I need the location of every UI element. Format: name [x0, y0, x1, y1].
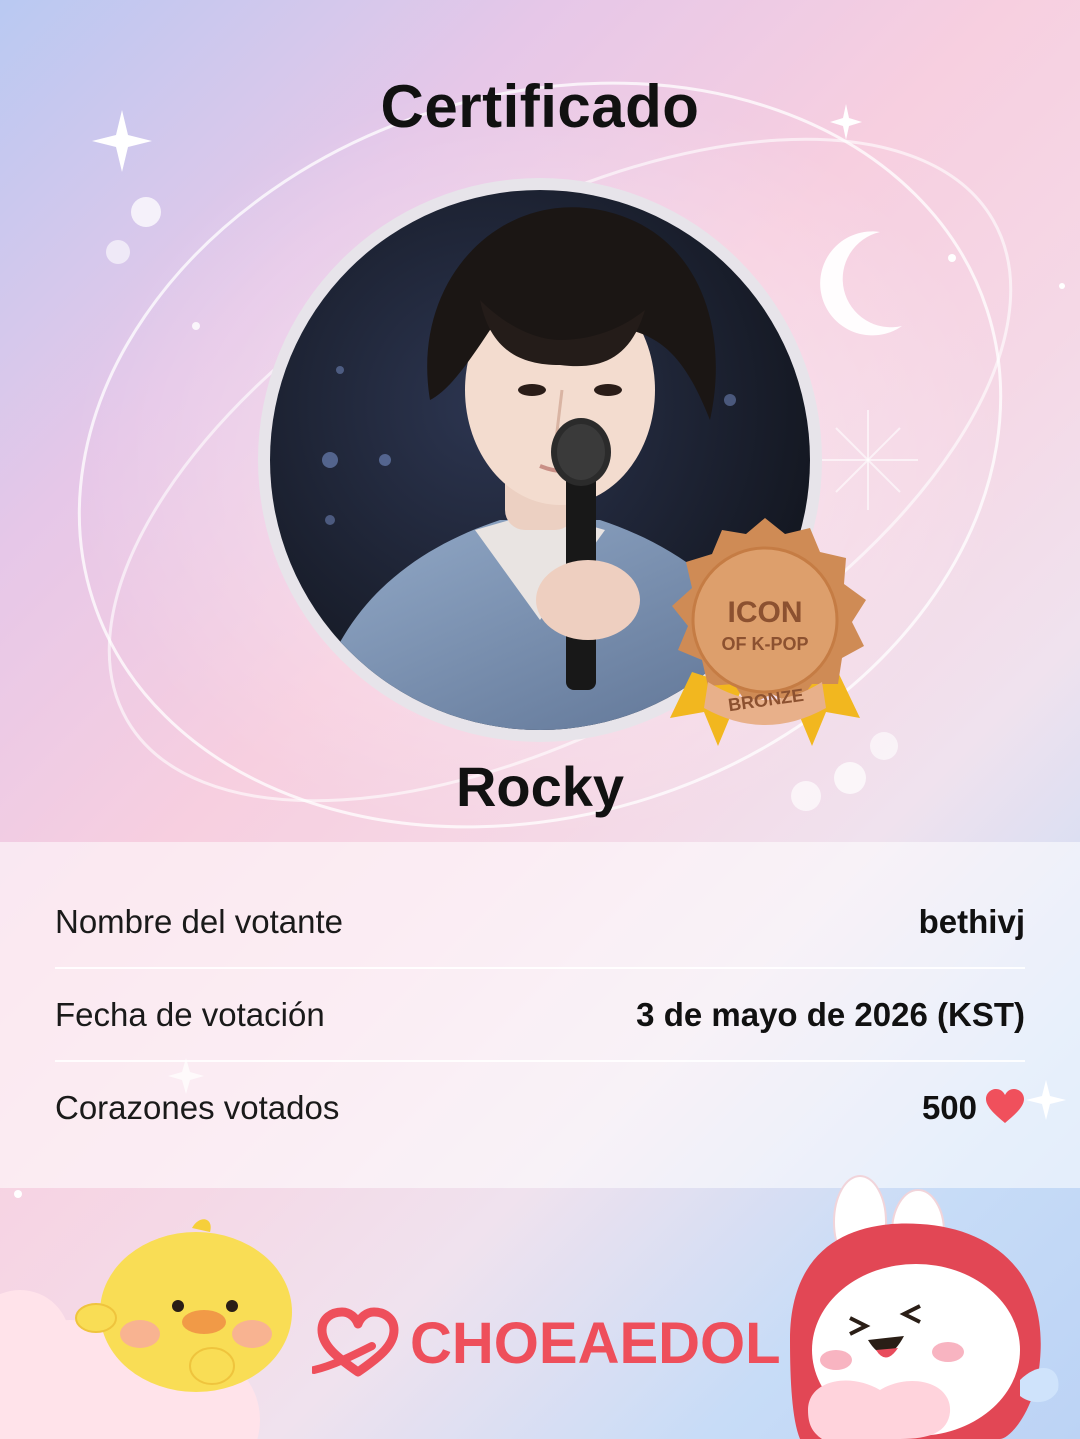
- brand-name: CHOEAEDOL: [410, 1311, 781, 1376]
- bunny-mascot: [790, 1175, 1059, 1439]
- mascot-decoration: [0, 1175, 1059, 1439]
- choeaedol-logo-icon: [312, 1307, 399, 1377]
- brand-logo: CHOEAEDOL: [312, 1306, 781, 1378]
- certificate-page: Certificado ICON OF K-POP BRONZE Rocky N…: [0, 0, 1080, 1439]
